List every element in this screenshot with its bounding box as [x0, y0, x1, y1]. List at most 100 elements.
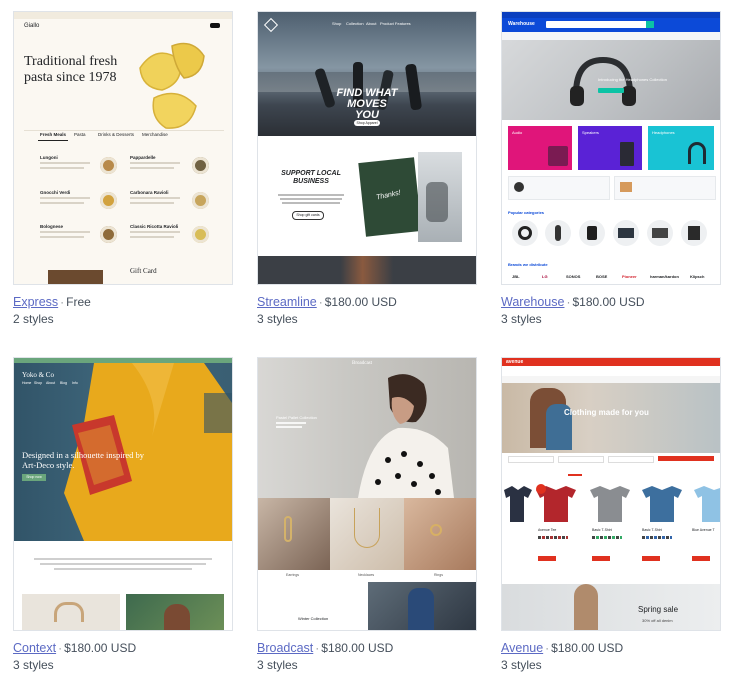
hero-cta-button[interactable]: Shop Apparel — [354, 120, 380, 126]
collection-title: Winter Collection — [298, 616, 329, 621]
menu-item: Gnocchi Verdi — [40, 190, 71, 195]
theme-styles-count: 3 styles — [257, 658, 298, 672]
hero-title: Pastel Pallet Collection — [276, 415, 317, 420]
filter-button[interactable] — [658, 456, 714, 461]
tab-pasta[interactable]: Pasta — [74, 132, 86, 137]
nav-item[interactable]: Shop — [34, 381, 42, 385]
portrait-image — [258, 256, 476, 284]
headphones-image — [570, 56, 636, 106]
brand-logo: LG — [542, 274, 548, 279]
theme-preview-broadcast[interactable]: Broadcast Pastel Pallet Collection Earri… — [257, 357, 477, 631]
search-input[interactable] — [546, 21, 654, 28]
dish-image — [192, 192, 209, 209]
theme-price: $180.00 USD — [551, 641, 624, 655]
brand-logo: Yoko & Co — [22, 371, 54, 379]
hero-heading: Clothing made for you — [564, 408, 649, 417]
theme-preview-avenue[interactable]: avenue Clothing made for you Avenue Tee … — [501, 357, 721, 631]
menu-item: Carbonara Ravioli — [130, 190, 169, 195]
promo-title: Spring sale — [638, 605, 679, 614]
brand-logo: harman/kardon — [650, 274, 679, 279]
theme-name-link[interactable]: Broadcast — [257, 641, 313, 655]
category-label[interactable]: Earrings — [286, 573, 299, 577]
divider — [24, 130, 224, 131]
theme-name-link[interactable]: Express — [13, 295, 58, 309]
nav-item[interactable]: Product Features — [380, 21, 411, 26]
cart-icon — [210, 23, 220, 28]
nav-item[interactable]: About — [366, 21, 376, 26]
theme-name-link[interactable]: Avenue — [501, 641, 543, 655]
theme-preview-warehouse[interactable]: Warehouse Introducing the Headphones Col… — [501, 11, 721, 285]
hero-cta-button[interactable]: Shop now — [22, 474, 46, 481]
model-image — [358, 374, 454, 498]
hero-title: Traditional fresh pasta since 1978 — [24, 54, 118, 85]
theme-price: $180.00 USD — [321, 641, 394, 655]
feature-heading: SUPPORT LOCAL BUSINESS — [281, 170, 341, 185]
dish-image — [100, 192, 117, 209]
hero-cta-button[interactable] — [598, 88, 624, 93]
section-title: Brands we distribute — [508, 262, 548, 267]
brand-logo: avenue — [506, 359, 524, 365]
category-label[interactable]: Necklaces — [358, 573, 374, 577]
hero-heading: FIND WHAT MOVES YOU — [336, 87, 398, 121]
tab-drinks[interactable]: Drinks & Desserts — [98, 132, 134, 137]
header-bar — [502, 358, 720, 366]
product-title[interactable]: Blue Avenue T — [692, 528, 715, 532]
menu-item: Bolognese — [40, 224, 64, 229]
theme-name-link[interactable]: Warehouse — [501, 295, 564, 309]
product-images — [504, 486, 720, 522]
theme-preview-express[interactable]: Giallo Traditional fresh pasta since 197… — [13, 11, 233, 285]
promo-tile-label: Headphones — [652, 130, 675, 135]
pasta-illustration — [139, 42, 205, 129]
gift-card-title: Gift Card — [130, 267, 157, 275]
add-to-cart-button[interactable] — [642, 556, 660, 561]
nav-item[interactable]: Shop — [332, 21, 341, 26]
menu-item: Classic Ricotta Ravioli — [130, 224, 179, 229]
nav-item[interactable]: Info — [72, 381, 78, 385]
theme-preview-streamline[interactable]: Shop Collection About Product Features F… — [257, 11, 477, 285]
brand-logo: BOSE — [596, 274, 608, 279]
hero-heading: Designed in a silhouette inspired by Art… — [22, 450, 145, 470]
category-label[interactable]: Rings — [434, 573, 443, 577]
dish-image — [192, 157, 209, 174]
tab-merch[interactable]: Merchandise — [142, 132, 168, 137]
brand-logo: SONOS — [566, 274, 581, 279]
menu-item: Pappardelle — [130, 155, 156, 160]
active-tab-underline — [38, 140, 68, 141]
brand-logo: Warehouse — [508, 21, 535, 27]
product-title[interactable]: Basic T-Shirt — [592, 528, 612, 532]
add-to-cart-button[interactable] — [538, 556, 556, 561]
feature-cta-button[interactable]: Shop gift cards — [292, 211, 324, 220]
tab-fresh-meals[interactable]: Fresh Meals — [40, 132, 66, 137]
theme-name-link[interactable]: Streamline — [257, 295, 317, 309]
brand-logo: Giallo — [24, 23, 40, 29]
product-title[interactable]: Basic T-Shirt — [642, 528, 662, 532]
promo-tile-label: Audio — [512, 130, 523, 135]
dish-image — [100, 157, 117, 174]
theme-preview-context[interactable]: Yoko & Co Home Shop About Blog Info Desi… — [13, 357, 233, 631]
add-to-cart-button[interactable] — [592, 556, 610, 561]
menu-item: Lungoni — [40, 155, 58, 160]
search-icon[interactable] — [646, 21, 654, 28]
nav-item[interactable]: Collection — [346, 21, 364, 26]
nav-item[interactable]: Home — [22, 381, 31, 385]
announcement-bar — [14, 12, 232, 19]
category-image-earrings[interactable] — [258, 498, 330, 570]
theme-price: $180.00 USD — [64, 641, 137, 655]
theme-price: $180.00 USD — [572, 295, 645, 309]
product-title[interactable]: Avenue Tee — [538, 528, 556, 532]
add-to-cart-button[interactable] — [692, 556, 710, 561]
section-title: Popular categories — [508, 210, 545, 215]
dish-image — [100, 226, 117, 243]
theme-styles-count: 3 styles — [257, 312, 298, 326]
promo-subtitle: 30% off all denim — [642, 618, 673, 623]
brand-logo: Pioneer — [622, 274, 637, 279]
theme-price: Free — [66, 295, 91, 309]
theme-name-link[interactable]: Context — [13, 641, 56, 655]
brand-logo: Klipsch — [690, 274, 705, 279]
theme-price: $180.00 USD — [324, 295, 397, 309]
product-image — [48, 270, 103, 284]
brand-logo: Broadcast — [352, 361, 372, 366]
nav-item[interactable]: About — [46, 381, 55, 385]
nav-item[interactable]: Blog — [60, 381, 67, 385]
theme-styles-count: 3 styles — [501, 312, 542, 326]
